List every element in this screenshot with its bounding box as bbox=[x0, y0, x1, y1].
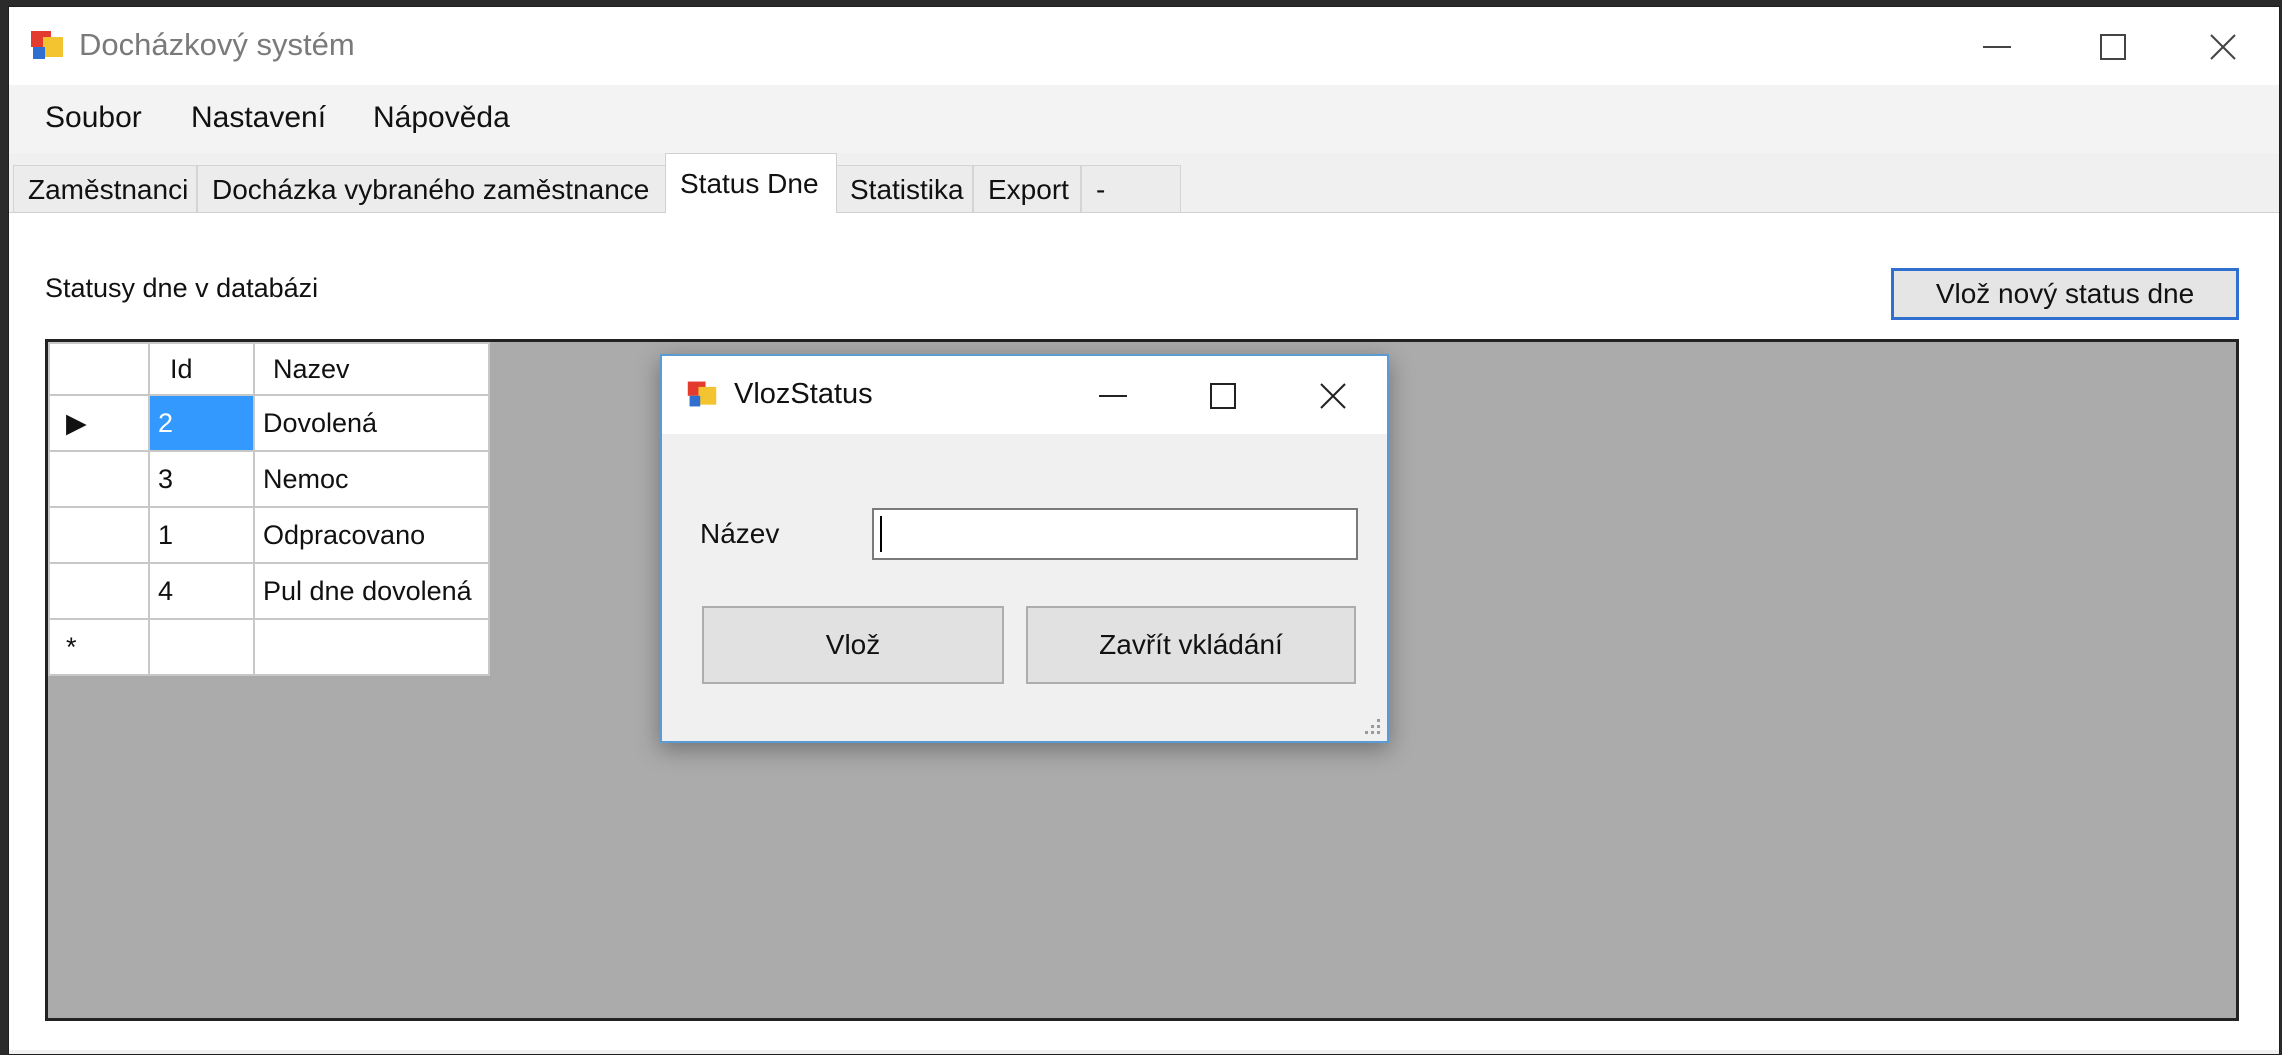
cell-id[interactable] bbox=[148, 618, 255, 676]
tab-dochazka[interactable]: Docházka vybraného zaměstnance bbox=[197, 165, 667, 213]
table-row[interactable]: 3 Nemoc bbox=[48, 450, 490, 508]
maximize-button[interactable] bbox=[2055, 7, 2171, 85]
column-header-nazev[interactable]: Nazev bbox=[253, 342, 490, 396]
window-title: Docházkový systém bbox=[79, 27, 355, 62]
row-marker bbox=[48, 562, 150, 620]
column-header-id[interactable]: Id bbox=[148, 342, 255, 396]
cell-name[interactable]: Pul dne dovolená bbox=[253, 562, 490, 620]
cell-name[interactable]: Odpracovano bbox=[253, 506, 490, 564]
cell-name[interactable] bbox=[253, 618, 490, 676]
insert-button[interactable]: Vlož bbox=[702, 606, 1004, 684]
dialog-title: VlozStatus bbox=[734, 378, 873, 410]
cell-id[interactable]: 4 bbox=[148, 562, 255, 620]
close-button[interactable] bbox=[2165, 7, 2281, 85]
grid-caption: Statusy dne v databázi bbox=[45, 273, 319, 303]
nazev-input[interactable] bbox=[872, 508, 1358, 560]
cell-name[interactable]: Dovolená bbox=[253, 394, 490, 452]
new-row-marker: * bbox=[48, 618, 150, 676]
add-status-button[interactable]: Vlož nový status dne bbox=[1891, 268, 2239, 320]
table-header-row: Id Nazev bbox=[48, 342, 490, 396]
cell-id[interactable]: 3 bbox=[148, 450, 255, 508]
menu-bar: Soubor Nastavení Nápověda bbox=[9, 85, 2279, 153]
row-marker: ▶ bbox=[48, 394, 150, 452]
dialog-title-bar[interactable]: VlozStatus bbox=[662, 356, 1387, 434]
menu-napoveda[interactable]: Nápověda bbox=[373, 101, 510, 135]
new-row[interactable]: * bbox=[48, 618, 490, 676]
minimize-icon bbox=[1983, 46, 2011, 48]
menu-soubor[interactable]: Soubor bbox=[45, 101, 142, 135]
tab-zamestnanci[interactable]: Zaměstnanci bbox=[13, 165, 197, 213]
close-icon bbox=[2210, 34, 2236, 60]
tab-strip: Zaměstnanci Docházka vybraného zaměstnan… bbox=[9, 153, 2279, 213]
maximize-icon bbox=[2100, 34, 2126, 60]
menu-nastaveni[interactable]: Nastavení bbox=[191, 101, 326, 135]
text-caret bbox=[880, 516, 882, 552]
vloz-status-dialog: VlozStatus Název Vlož Zavřít vkládání bbox=[660, 354, 1389, 743]
tab-status-dne[interactable]: Status Dne bbox=[665, 153, 837, 213]
table-row[interactable]: 1 Odpracovano bbox=[48, 506, 490, 564]
tab-dash[interactable]: - bbox=[1081, 165, 1181, 213]
status-table: Id Nazev ▶ 2 Dovolená 3 Nemoc 1 Odpracov… bbox=[48, 342, 490, 676]
dialog-app-icon bbox=[687, 381, 717, 407]
minimize-button[interactable] bbox=[1939, 7, 2055, 85]
cell-id[interactable]: 2 bbox=[148, 394, 255, 452]
close-icon bbox=[1320, 383, 1346, 409]
resize-grip-icon[interactable] bbox=[1361, 715, 1383, 737]
dialog-maximize-button[interactable] bbox=[1169, 356, 1279, 434]
table-row[interactable]: ▶ 2 Dovolená bbox=[48, 394, 490, 452]
row-header-corner bbox=[48, 342, 150, 396]
row-marker bbox=[48, 506, 150, 564]
tab-statistika[interactable]: Statistika bbox=[835, 165, 973, 213]
tab-export[interactable]: Export bbox=[973, 165, 1081, 213]
cell-name[interactable]: Nemoc bbox=[253, 450, 490, 508]
dialog-minimize-button[interactable] bbox=[1059, 356, 1169, 434]
table-row[interactable]: 4 Pul dne dovolená bbox=[48, 562, 490, 620]
nazev-label: Název bbox=[700, 518, 780, 549]
cell-id[interactable]: 1 bbox=[148, 506, 255, 564]
dialog-close-button[interactable] bbox=[1279, 356, 1387, 434]
title-bar[interactable]: Docházkový systém bbox=[9, 7, 2279, 85]
maximize-icon bbox=[1210, 383, 1236, 409]
close-insert-button[interactable]: Zavřít vkládání bbox=[1026, 606, 1356, 684]
app-window-icon bbox=[31, 31, 63, 59]
minimize-icon bbox=[1099, 395, 1127, 397]
row-marker bbox=[48, 450, 150, 508]
